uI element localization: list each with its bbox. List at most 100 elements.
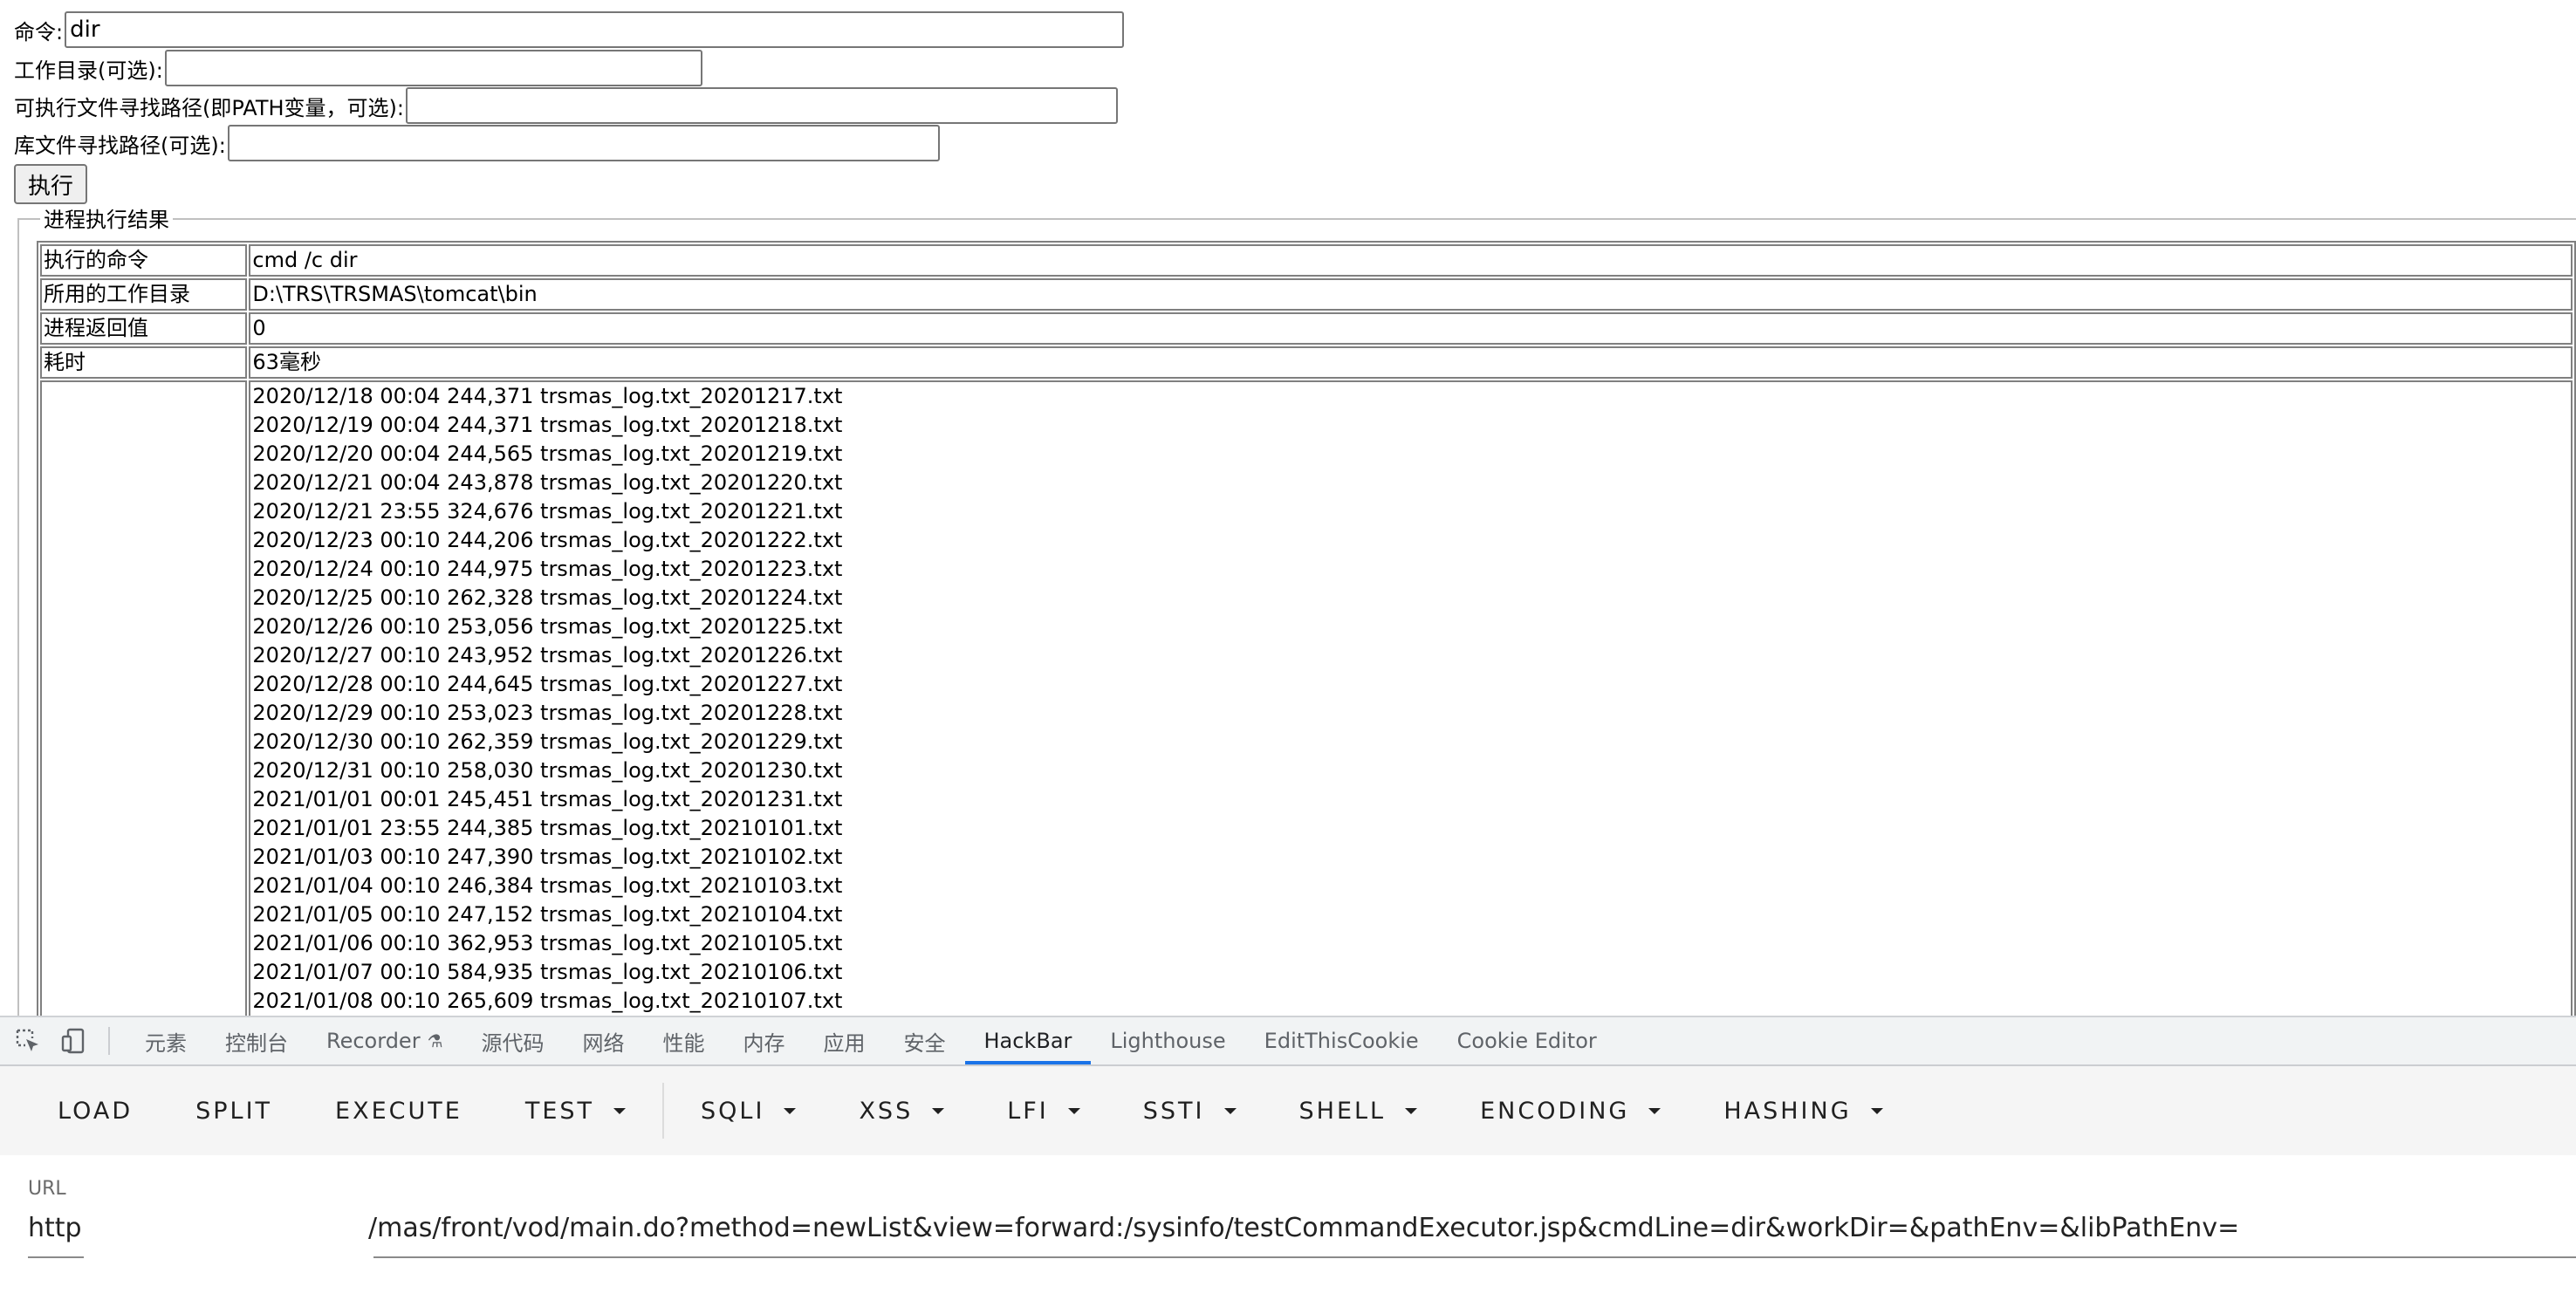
flask-icon: ⚗ xyxy=(427,1030,443,1051)
output-line: 2021/01/07 00:10 584,935 trsmas_log.txt_… xyxy=(252,960,843,984)
workdir-row: 工作目录(可选): xyxy=(14,49,702,87)
button-label: SPLIT xyxy=(195,1097,273,1125)
path-label: 可执行文件寻找路径(即PATH变量，可选): xyxy=(14,95,405,120)
execute-button[interactable]: EXECUTE xyxy=(304,1085,494,1137)
lfi-button[interactable]: LFI xyxy=(976,1085,1112,1137)
output-line: 2021/01/06 00:10 362,953 trsmas_log.txt_… xyxy=(252,931,843,955)
hashing-button[interactable]: HASHING xyxy=(1692,1085,1914,1137)
caret-down-icon xyxy=(1223,1107,1237,1114)
output-line: 2021/01/01 23:55 244,385 trsmas_log.txt_… xyxy=(252,816,843,840)
tab-应用[interactable]: 应用 xyxy=(805,1017,885,1064)
result-row: 耗时 63毫秒 xyxy=(40,346,2573,379)
output-line: 2020/12/26 00:10 253,056 trsmas_log.txt_… xyxy=(252,614,843,639)
tab-label: Lighthouse xyxy=(1110,1029,1226,1053)
xss-button[interactable]: XSS xyxy=(827,1085,976,1137)
url-input[interactable]: http: /mas/front/vod/main.do?method=newL… xyxy=(28,1201,2576,1258)
tab-label: 应用 xyxy=(823,1030,866,1056)
button-label: TEST xyxy=(524,1097,595,1125)
button-label: SQLI xyxy=(701,1097,765,1125)
output-line: 2020/12/19 00:04 244,371 trsmas_log.txt_… xyxy=(252,413,843,437)
tab-recorder[interactable]: Recorder ⚗ xyxy=(307,1017,462,1064)
button-label: ENCODING xyxy=(1480,1097,1630,1125)
tab-label: Cookie Editor xyxy=(1456,1029,1597,1053)
toolbar-divider xyxy=(662,1083,665,1139)
devtools-tabbar: 元素 控制台 Recorder ⚗ 源代码 网络 性能 内存 应用 安全 HackBar Lighth… xyxy=(0,1017,2576,1066)
output-line: 2021/01/08 00:10 265,609 trsmas_log.txt_… xyxy=(252,989,843,1013)
output-line: 2021/01/01 00:01 245,451 trsmas_log.txt_… xyxy=(252,787,843,811)
output-line: 2020/12/28 00:10 244,645 trsmas_log.txt_… xyxy=(252,672,843,696)
device-toolbar-icon[interactable] xyxy=(56,1023,91,1058)
lib-label: 库文件寻找路径(可选): xyxy=(14,133,226,158)
tab-安全[interactable]: 安全 xyxy=(885,1017,965,1064)
tab-网络[interactable]: 网络 xyxy=(564,1017,644,1064)
output-lines: 2020/12/18 00:04 244,371 trsmas_log.txt_… xyxy=(252,382,2571,1016)
shell-button[interactable]: SHELL xyxy=(1268,1085,1449,1137)
output-line: 2020/12/31 00:10 258,030 trsmas_log.txt_… xyxy=(252,758,843,783)
cmd-row: 命令: xyxy=(14,10,1125,49)
tab-label: 安全 xyxy=(903,1030,946,1056)
button-label: SHELL xyxy=(1298,1097,1387,1125)
tab-label: HackBar xyxy=(983,1029,1072,1053)
tab-控制台[interactable]: 控制台 xyxy=(206,1017,307,1064)
ssti-button[interactable]: SSTI xyxy=(1112,1085,1268,1137)
button-label: LOAD xyxy=(58,1097,134,1125)
output-line: 2020/12/18 00:04 244,371 trsmas_log.txt_… xyxy=(252,384,843,408)
output-line: 2020/12/24 00:10 244,975 trsmas_log.txt_… xyxy=(252,557,843,581)
output-cell: 2020/12/18 00:04 244,371 trsmas_log.txt_… xyxy=(249,380,2573,1016)
result-key: 耗时 xyxy=(40,346,248,379)
result-value: D:\TRS\TRSMAS\tomcat\bin xyxy=(249,278,2573,311)
page-content: 命令: 工作目录(可选): 可执行文件寻找路径(即PATH变量，可选): 库文件… xyxy=(0,0,2576,1016)
run-button[interactable]: 执行 xyxy=(14,164,87,204)
devtools-tabs: 元素 控制台 Recorder ⚗ 源代码 网络 性能 内存 应用 安全 HackBar Lighth… xyxy=(126,1017,1616,1064)
output-line: 2020/12/27 00:10 243,952 trsmas_log.txt_… xyxy=(252,643,843,667)
hackbar-toolbar: LOAD SPLIT EXECUTE TEST SQLI XSS LFI SSTI SHELL E… xyxy=(0,1066,2576,1155)
path-row: 可执行文件寻找路径(即PATH变量，可选): xyxy=(14,86,1119,125)
result-key: 执行的命令 xyxy=(40,244,248,277)
caret-down-icon xyxy=(1648,1107,1661,1114)
hackbar-url-area: URL http: /mas/front/vod/main.do?method=… xyxy=(0,1155,2576,1314)
test-button[interactable]: TEST xyxy=(494,1085,657,1137)
tab-性能[interactable]: 性能 xyxy=(644,1017,724,1064)
lib-input[interactable] xyxy=(227,125,940,161)
encoding-button[interactable]: ENCODING xyxy=(1449,1085,1692,1137)
output-line: 2021/01/04 00:10 246,384 trsmas_log.txt_… xyxy=(252,873,843,898)
output-line: 2020/12/23 00:10 244,206 trsmas_log.txt_… xyxy=(252,528,843,552)
tab-label: 元素 xyxy=(145,1030,187,1056)
path-input[interactable] xyxy=(406,87,1119,124)
result-row: 进程返回值 0 xyxy=(40,312,2573,345)
button-label: EXECUTE xyxy=(335,1097,462,1125)
inspect-element-icon[interactable] xyxy=(10,1023,45,1058)
result-table: 执行的命令 cmd /c dir 所用的工作目录 D:\TRS\TRSMAS\t… xyxy=(37,241,2576,1016)
tab-label: Recorder xyxy=(326,1029,421,1053)
caret-down-icon xyxy=(1405,1107,1418,1114)
result-key: 所用的工作目录 xyxy=(40,278,248,311)
output-line: 2020/12/20 00:04 244,565 trsmas_log.txt_… xyxy=(252,441,843,466)
output-row: 2020/12/18 00:04 244,371 trsmas_log.txt_… xyxy=(40,380,2573,1016)
workdir-input[interactable] xyxy=(164,50,702,86)
output-line: 2020/12/21 23:55 324,676 trsmas_log.txt_… xyxy=(252,499,843,524)
output-key-cell xyxy=(40,380,248,1016)
sqli-button[interactable]: SQLI xyxy=(669,1085,827,1137)
tab-内存[interactable]: 内存 xyxy=(724,1017,805,1064)
tab-label: 控制台 xyxy=(225,1030,288,1056)
caret-down-icon xyxy=(932,1107,945,1114)
tab-label: 内存 xyxy=(743,1030,785,1056)
tab-hackbar[interactable]: HackBar xyxy=(964,1017,1092,1064)
load-button[interactable]: LOAD xyxy=(26,1085,164,1137)
devtools-panel: 元素 控制台 Recorder ⚗ 源代码 网络 性能 内存 应用 安全 HackBar Lighth… xyxy=(0,1016,2576,1314)
tab-源代码[interactable]: 源代码 xyxy=(462,1017,564,1064)
tab-元素[interactable]: 元素 xyxy=(126,1017,206,1064)
output-line: 2021/01/05 00:10 247,152 trsmas_log.txt_… xyxy=(252,902,843,927)
tab-lighthouse[interactable]: Lighthouse xyxy=(1091,1017,1244,1064)
split-button[interactable]: SPLIT xyxy=(164,1085,304,1137)
result-value: cmd /c dir xyxy=(249,244,2573,277)
output-line: 2021/01/03 00:10 247,390 trsmas_log.txt_… xyxy=(252,845,843,869)
result-row: 所用的工作目录 D:\TRS\TRSMAS\tomcat\bin xyxy=(40,278,2573,311)
tab-cookie-editor[interactable]: Cookie Editor xyxy=(1438,1017,1616,1064)
cmd-input[interactable] xyxy=(65,11,1125,48)
url-redaction xyxy=(84,1204,373,1258)
result-row: 执行的命令 cmd /c dir xyxy=(40,244,2573,277)
button-label: SSTI xyxy=(1142,1097,1205,1125)
tab-editthiscookie[interactable]: EditThisCookie xyxy=(1245,1017,1438,1064)
output-line: 2020/12/29 00:10 253,023 trsmas_log.txt_… xyxy=(252,701,843,725)
